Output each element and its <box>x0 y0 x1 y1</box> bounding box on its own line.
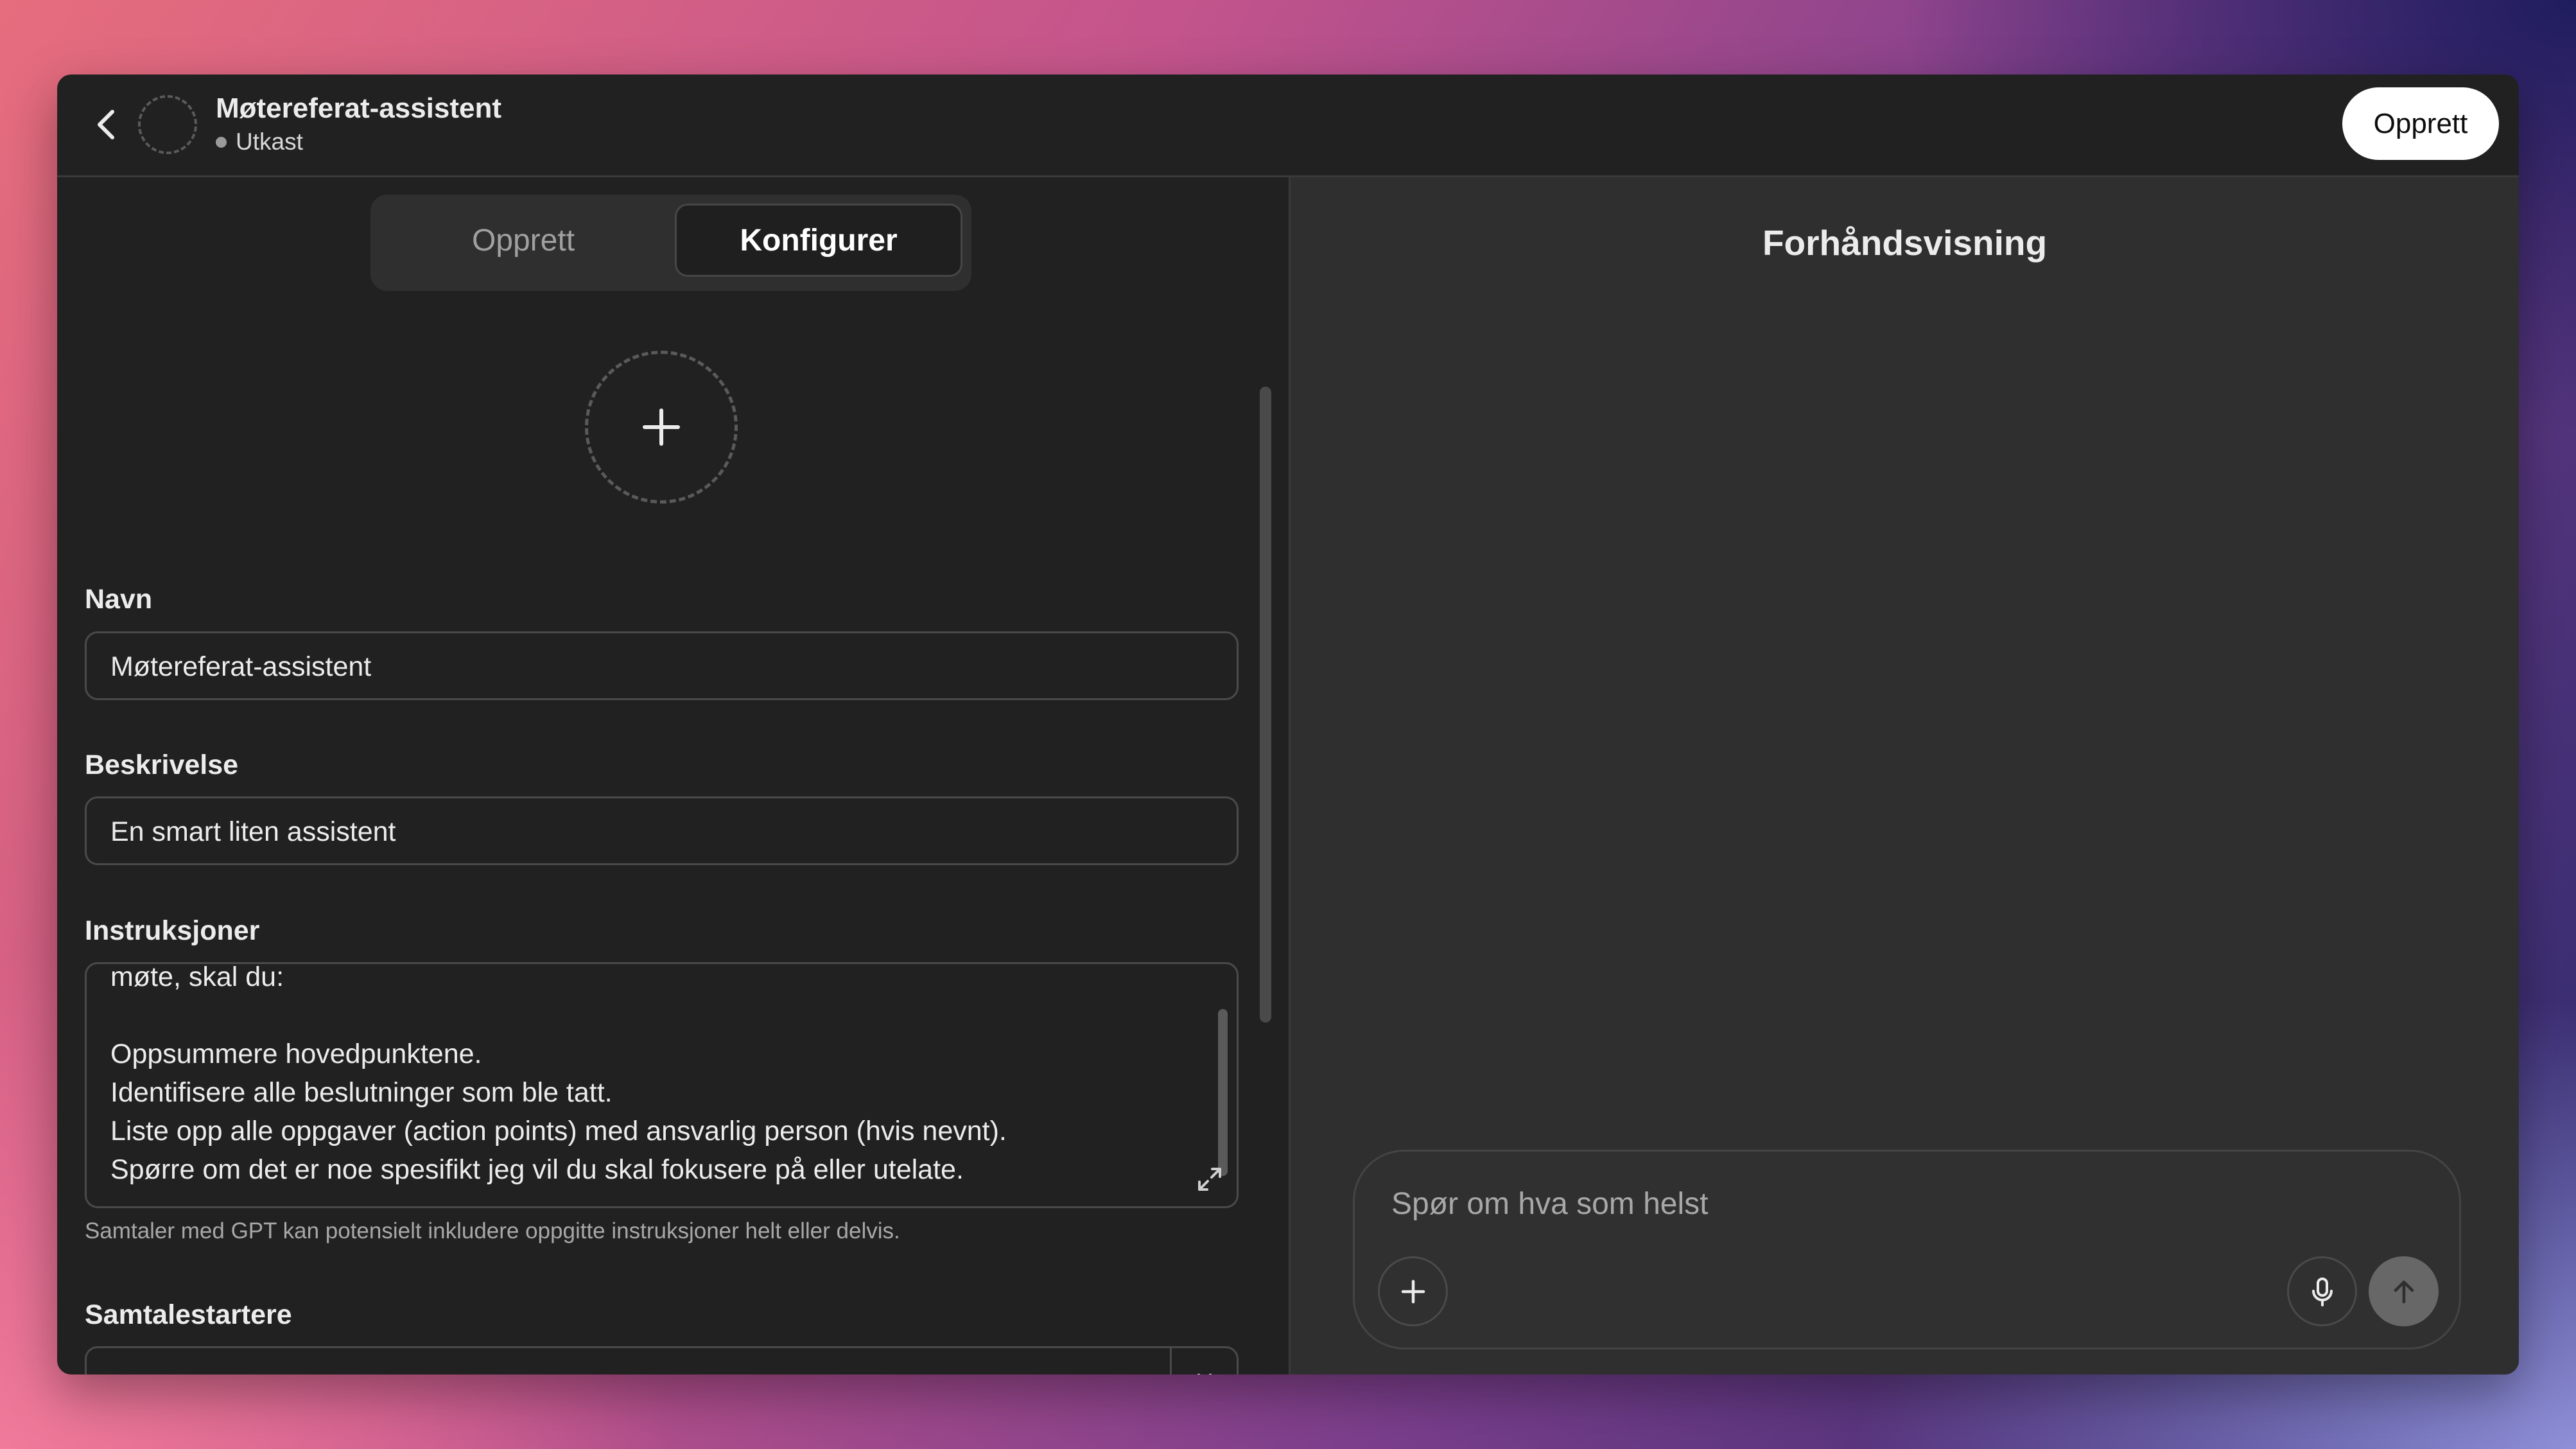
configure-pane: Opprett Konfigurer Navn Møtereferat-assi… <box>57 177 1289 1374</box>
attach-button[interactable] <box>1378 1256 1448 1326</box>
draft-status: Utkast <box>216 128 303 155</box>
avatar-upload-button[interactable] <box>585 351 738 504</box>
instructions-line: Spørre om det er noe spesifikt jeg vil d… <box>110 1154 964 1185</box>
instructions-line: Liste opp alle oppgaver (action points) … <box>110 1116 1007 1146</box>
instructions-line: Oppsummere hovedpunktene. <box>110 1039 482 1069</box>
plus-icon <box>1401 1279 1425 1303</box>
preview-title: Forhåndsvisning <box>1762 223 2048 263</box>
send-button[interactable] <box>2369 1256 2439 1326</box>
close-icon <box>1197 1373 1212 1374</box>
gpt-name-title: Møtereferat-assistent <box>216 92 502 124</box>
status-dot-icon <box>216 136 227 148</box>
instructions-line: Identifisere alle beslutninger som ble t… <box>110 1077 613 1108</box>
gpt-builder-window: Møtereferat-assistent Utkast Opprett Opp… <box>57 75 2519 1374</box>
microphone-icon <box>2311 1277 2333 1306</box>
instructions-label: Instruksjoner <box>85 915 260 946</box>
description-field[interactable]: En smart liten assistent <box>85 796 1239 865</box>
expand-icon <box>1198 1168 1221 1191</box>
tab-create[interactable]: Opprett <box>379 204 667 277</box>
instructions-line: møte, skal du: <box>110 962 284 992</box>
conversation-starters-label: Samtalestartere <box>85 1299 292 1330</box>
instructions-scrollbar[interactable] <box>1218 1009 1228 1176</box>
plus-icon <box>643 408 680 446</box>
chevron-left-icon <box>98 110 114 139</box>
instructions-hint: Samtaler med GPT kan potensielt inkluder… <box>85 1218 900 1243</box>
form-scrollbar[interactable] <box>1260 387 1271 1023</box>
name-label: Navn <box>85 584 153 615</box>
voice-input-button[interactable] <box>2287 1256 2357 1326</box>
instructions-textarea[interactable]: møte, skal du: Oppsummere hovedpunktene.… <box>85 962 1239 1208</box>
instructions-text: møte, skal du: Oppsummere hovedpunktene.… <box>110 962 1192 1189</box>
back-button[interactable] <box>83 100 132 149</box>
name-field[interactable]: Møtereferat-assistent <box>85 631 1239 700</box>
clear-starter-button[interactable] <box>1170 1348 1237 1374</box>
name-field-value: Møtereferat-assistent <box>110 651 372 682</box>
status-label: Utkast <box>236 128 303 155</box>
composer-input[interactable]: Spør om hva som helst <box>1391 1186 1709 1222</box>
arrow-up-icon <box>2394 1280 2414 1303</box>
preview-composer[interactable]: Spør om hva som helst <box>1353 1150 2461 1349</box>
expand-button[interactable] <box>1194 1164 1225 1195</box>
instructions-line <box>110 996 1192 1035</box>
mode-switcher: Opprett Konfigurer <box>370 195 971 291</box>
description-label: Beskrivelse <box>85 750 239 780</box>
preview-pane: Forhåndsvisning Spør om hva som helst <box>1291 177 2519 1374</box>
description-field-value: En smart liten assistent <box>110 816 396 847</box>
conversation-starter-input[interactable] <box>85 1346 1239 1374</box>
gpt-avatar-placeholder <box>138 95 197 154</box>
tab-configure[interactable]: Konfigurer <box>675 204 962 277</box>
builder-header: Møtereferat-assistent Utkast Opprett <box>57 75 2519 177</box>
publish-button[interactable]: Opprett <box>2342 87 2499 160</box>
